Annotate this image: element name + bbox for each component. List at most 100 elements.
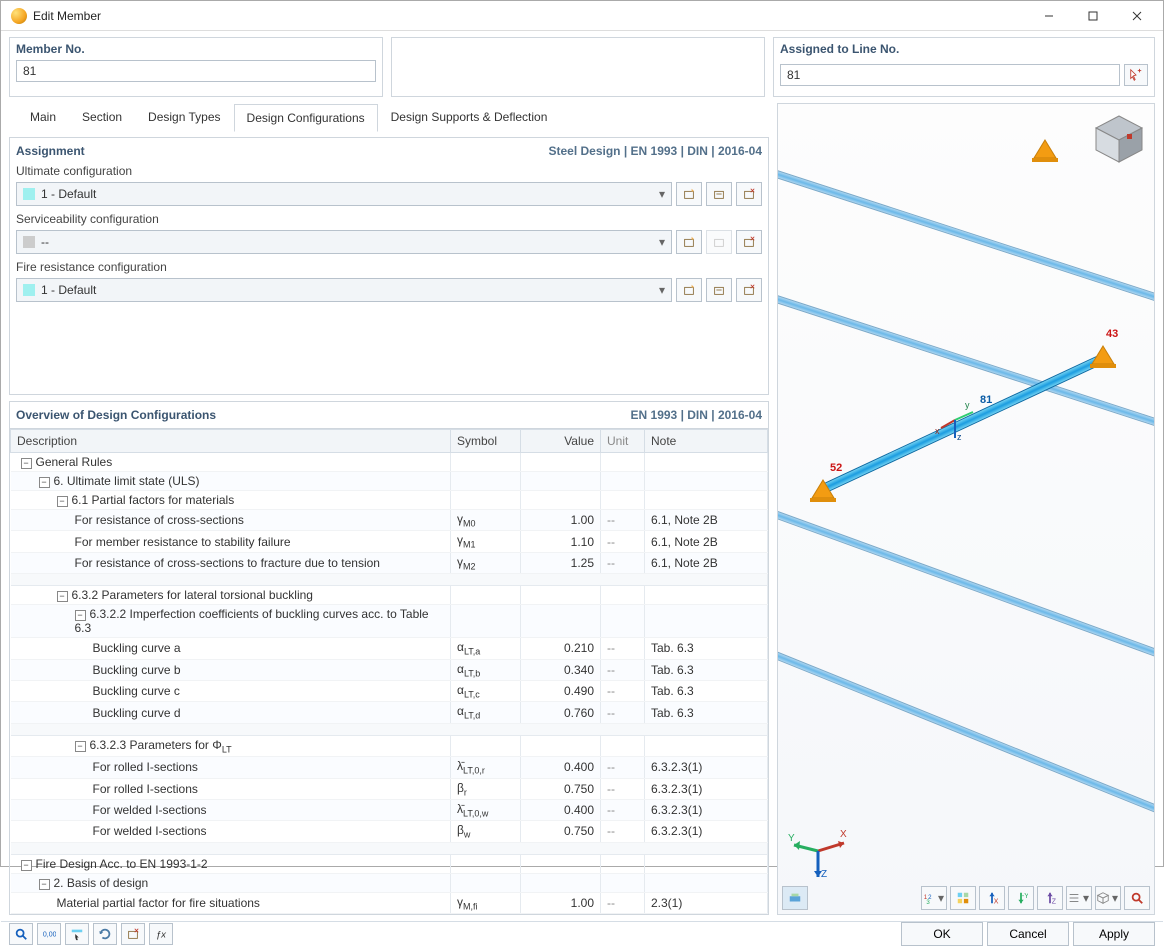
local-axes-icon: y x z [933, 398, 977, 445]
svg-text:0,00: 0,00 [43, 932, 56, 939]
vp-view-x-button[interactable]: X [979, 886, 1005, 910]
units-button[interactable]: 0,00 [37, 923, 61, 945]
tab-main[interactable]: Main [17, 103, 69, 131]
refresh-button[interactable] [93, 923, 117, 945]
vp-zoom-extents-button[interactable] [1124, 886, 1150, 910]
assignment-panel: Assignment Steel Design | EN 1993 | DIN … [9, 137, 769, 395]
svg-text:-Y: -Y [1022, 893, 1028, 900]
svg-text:Y: Y [788, 833, 795, 844]
minimize-button[interactable] [1027, 1, 1071, 31]
table-row: For resistance of cross-sections to frac… [11, 552, 768, 573]
serviceability-config-label: Serviceability configuration [16, 212, 762, 226]
assignment-standard: Steel Design | EN 1993 | DIN | 2016-04 [548, 144, 762, 158]
expand-collapse-icon[interactable]: − [57, 591, 68, 602]
vp-numbering-button[interactable]: 123▾ [921, 886, 947, 910]
vp-colors-button[interactable] [950, 886, 976, 910]
tab-section[interactable]: Section [69, 103, 135, 131]
serviceability-delete-button[interactable] [736, 230, 762, 254]
member-no-label: Member No. [10, 38, 382, 60]
function-button[interactable]: ƒx [149, 923, 173, 945]
ok-button[interactable]: OK [901, 922, 983, 946]
table-row: −6.3.2.2 Imperfection coefficients of bu… [11, 605, 768, 638]
serviceability-config-combo[interactable]: -- ▾ [16, 230, 672, 254]
expand-collapse-icon[interactable]: − [21, 860, 32, 871]
fire-edit-button[interactable] [706, 278, 732, 302]
table-row [11, 723, 768, 735]
tab-design-types[interactable]: Design Types [135, 103, 234, 131]
expand-collapse-icon[interactable]: − [75, 610, 86, 621]
ultimate-config-label: Ultimate configuration [16, 164, 762, 178]
member-no-panel: Member No. [9, 37, 383, 97]
fire-config-label: Fire resistance configuration [16, 260, 762, 274]
chevron-down-icon: ▾ [659, 235, 665, 249]
table-row: −6.3.2 Parameters for lateral torsional … [11, 586, 768, 605]
col-symbol[interactable]: Symbol [451, 430, 521, 453]
table-row: For resistance of cross-sectionsγM01.00-… [11, 510, 768, 531]
svg-text:ƒx: ƒx [156, 930, 167, 941]
table-row: For rolled I-sectionsλ̄LT,0,r0.400--6.3.… [11, 757, 768, 778]
serviceability-config-value: -- [41, 235, 49, 249]
chevron-down-icon: ▾ [659, 283, 665, 297]
member-no-input[interactable] [16, 60, 376, 82]
svg-text:Z: Z [1052, 898, 1057, 905]
overview-table-scroll[interactable]: Description Symbol Value Unit Note −Gene… [10, 428, 768, 914]
table-row: −Fire Design Acc. to EN 1993-1-2 [11, 854, 768, 873]
support-icon [1030, 136, 1060, 166]
overview-header: Overview of Design Configurations [16, 408, 216, 422]
node-number: 52 [830, 462, 842, 474]
expand-collapse-icon[interactable]: − [21, 458, 32, 469]
serviceability-new-button[interactable] [676, 230, 702, 254]
svg-text:X: X [840, 829, 847, 840]
help-button[interactable] [9, 923, 33, 945]
global-axes-icon: X Y Z [788, 821, 848, 884]
view-cube[interactable] [1092, 112, 1146, 166]
overview-table: Description Symbol Value Unit Note −Gene… [10, 429, 768, 914]
select-member-button[interactable] [65, 923, 89, 945]
ultimate-new-button[interactable] [676, 182, 702, 206]
col-value[interactable]: Value [521, 430, 601, 453]
expand-collapse-icon[interactable]: − [39, 477, 50, 488]
pick-line-button[interactable] [1124, 64, 1148, 86]
col-description[interactable]: Description [11, 430, 451, 453]
fire-delete-button[interactable] [736, 278, 762, 302]
titlebar: Edit Member [1, 1, 1163, 31]
app-icon [11, 8, 27, 24]
node-number: 43 [1106, 328, 1118, 340]
table-row: Buckling curve dαLT,d0.760--Tab. 6.3 [11, 702, 768, 723]
serviceability-swatch-icon [23, 236, 35, 248]
overview-standard: EN 1993 | DIN | 2016-04 [631, 408, 762, 422]
clear-button[interactable] [121, 923, 145, 945]
cancel-button[interactable]: Cancel [987, 922, 1069, 946]
vp-display-button[interactable] [782, 886, 808, 910]
tab-design-configurations[interactable]: Design Configurations [234, 104, 378, 132]
fire-config-combo[interactable]: 1 - Default ▾ [16, 278, 672, 302]
assignment-header: Assignment [16, 144, 85, 158]
model-viewport[interactable]: y x z 52 43 81 X Y Z [777, 103, 1155, 915]
vp-view-z-button[interactable]: Z [1037, 886, 1063, 910]
col-note[interactable]: Note [645, 430, 768, 453]
vp-view-menu-button[interactable]: ▾ [1066, 886, 1092, 910]
ultimate-delete-button[interactable] [736, 182, 762, 206]
apply-button[interactable]: Apply [1073, 922, 1155, 946]
expand-collapse-icon[interactable]: − [75, 741, 86, 752]
vp-view-neg-y-button[interactable]: -Y [1008, 886, 1034, 910]
tab-design-supports-deflection[interactable]: Design Supports & Deflection [378, 103, 561, 131]
maximize-button[interactable] [1071, 1, 1115, 31]
serviceability-edit-button[interactable] [706, 230, 732, 254]
ultimate-edit-button[interactable] [706, 182, 732, 206]
assigned-line-input[interactable] [780, 64, 1120, 86]
expand-collapse-icon[interactable]: − [39, 879, 50, 890]
svg-text:x: x [935, 426, 940, 436]
fire-new-button[interactable] [676, 278, 702, 302]
support-icon [808, 476, 838, 506]
window-title: Edit Member [33, 9, 101, 23]
close-button[interactable] [1115, 1, 1159, 31]
assigned-line-panel: Assigned to Line No. [773, 37, 1155, 97]
expand-collapse-icon[interactable]: − [57, 496, 68, 507]
ultimate-config-combo[interactable]: 1 - Default ▾ [16, 182, 672, 206]
ultimate-config-value: 1 - Default [41, 187, 96, 201]
vp-iso-button[interactable]: ▾ [1095, 886, 1121, 910]
table-row: Buckling curve aαLT,a0.210--Tab. 6.3 [11, 638, 768, 659]
fire-swatch-icon [23, 284, 35, 296]
col-unit[interactable]: Unit [601, 430, 645, 453]
